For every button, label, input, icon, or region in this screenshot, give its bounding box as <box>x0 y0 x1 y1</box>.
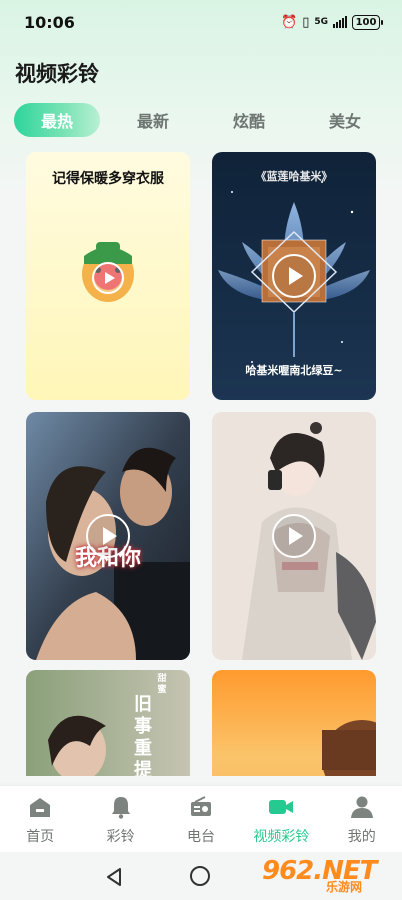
nav-label: 首页 <box>26 829 55 845</box>
alarm-icon: ⏰ <box>281 14 298 30</box>
nav-item-ringtone[interactable]: 彩铃 <box>81 794 161 846</box>
tab-cool[interactable]: 炫酷 <box>206 103 292 137</box>
tab-newest[interactable]: 最新 <box>110 103 196 137</box>
nav-item-radio[interactable]: 电台 <box>161 794 241 846</box>
video-card[interactable]: 《蓝莲哈基米》 哈基米喔南北绿豆~ <box>212 152 376 400</box>
video-card[interactable] <box>212 412 376 660</box>
radio-icon <box>188 794 214 820</box>
status-bar: 10:06 ⏰ ▯ 5G 100 <box>0 0 402 44</box>
nav-item-mine[interactable]: 我的 <box>322 794 402 846</box>
play-button[interactable] <box>86 514 130 558</box>
video-card[interactable] <box>212 670 376 776</box>
video-thumbnail <box>212 670 376 776</box>
bottom-nav: 首页 彩铃 电台 视频彩铃 我的 <box>0 786 402 852</box>
back-icon[interactable] <box>106 868 122 886</box>
video-caption-top: 《蓝莲哈基米》 <box>255 170 333 183</box>
video-camera-icon <box>268 794 294 820</box>
video-caption: 记得保暖多穿衣服 <box>52 171 164 187</box>
video-caption: 旧事重提 <box>134 694 152 776</box>
video-card[interactable]: 记得保暖多穿衣服 <box>26 152 190 400</box>
bell-icon <box>108 794 134 820</box>
vibrate-icon: ▯ <box>302 14 310 30</box>
status-time: 10:06 <box>24 12 75 32</box>
video-caption-bottom: 哈基米喔南北绿豆~ <box>245 364 343 377</box>
nav-label: 电台 <box>186 829 215 845</box>
user-icon <box>349 794 375 820</box>
battery-indicator: 100 <box>352 14 383 30</box>
nav-label: 彩铃 <box>106 829 135 845</box>
video-card[interactable]: 我和你 <box>26 412 190 660</box>
nav-label: 视频彩铃 <box>253 829 310 845</box>
page-title: 视频彩铃 <box>15 62 99 86</box>
video-card[interactable]: 旧事重提 甜蜜 <box>26 670 190 776</box>
nav-label: 我的 <box>347 829 376 845</box>
video-caption-small: 甜蜜 <box>157 674 167 695</box>
play-button[interactable] <box>272 514 316 558</box>
home-button[interactable] <box>190 866 210 886</box>
watermark-logo: 962.NET 乐游网 <box>262 854 398 898</box>
category-tabs: 最热 最新 炫酷 美女 <box>14 102 388 138</box>
tab-beauty[interactable]: 美女 <box>302 103 388 137</box>
play-button[interactable] <box>92 262 124 294</box>
network-type: 5G <box>314 16 328 27</box>
tab-hottest[interactable]: 最热 <box>14 103 100 137</box>
home-icon <box>27 794 53 820</box>
watermark-subtext: 乐游网 <box>326 880 363 894</box>
video-feed[interactable]: 记得保暖多穿衣服 《蓝莲哈基米》 哈基米喔南北绿豆~ 我和你 旧事重提 甜蜜 <box>0 148 402 776</box>
signal-icon <box>333 16 347 28</box>
play-button[interactable] <box>272 254 316 298</box>
nav-item-home[interactable]: 首页 <box>0 794 80 846</box>
nav-item-video-ringtone[interactable]: 视频彩铃 <box>241 794 321 846</box>
status-icons: ⏰ ▯ 5G 100 <box>281 14 383 30</box>
